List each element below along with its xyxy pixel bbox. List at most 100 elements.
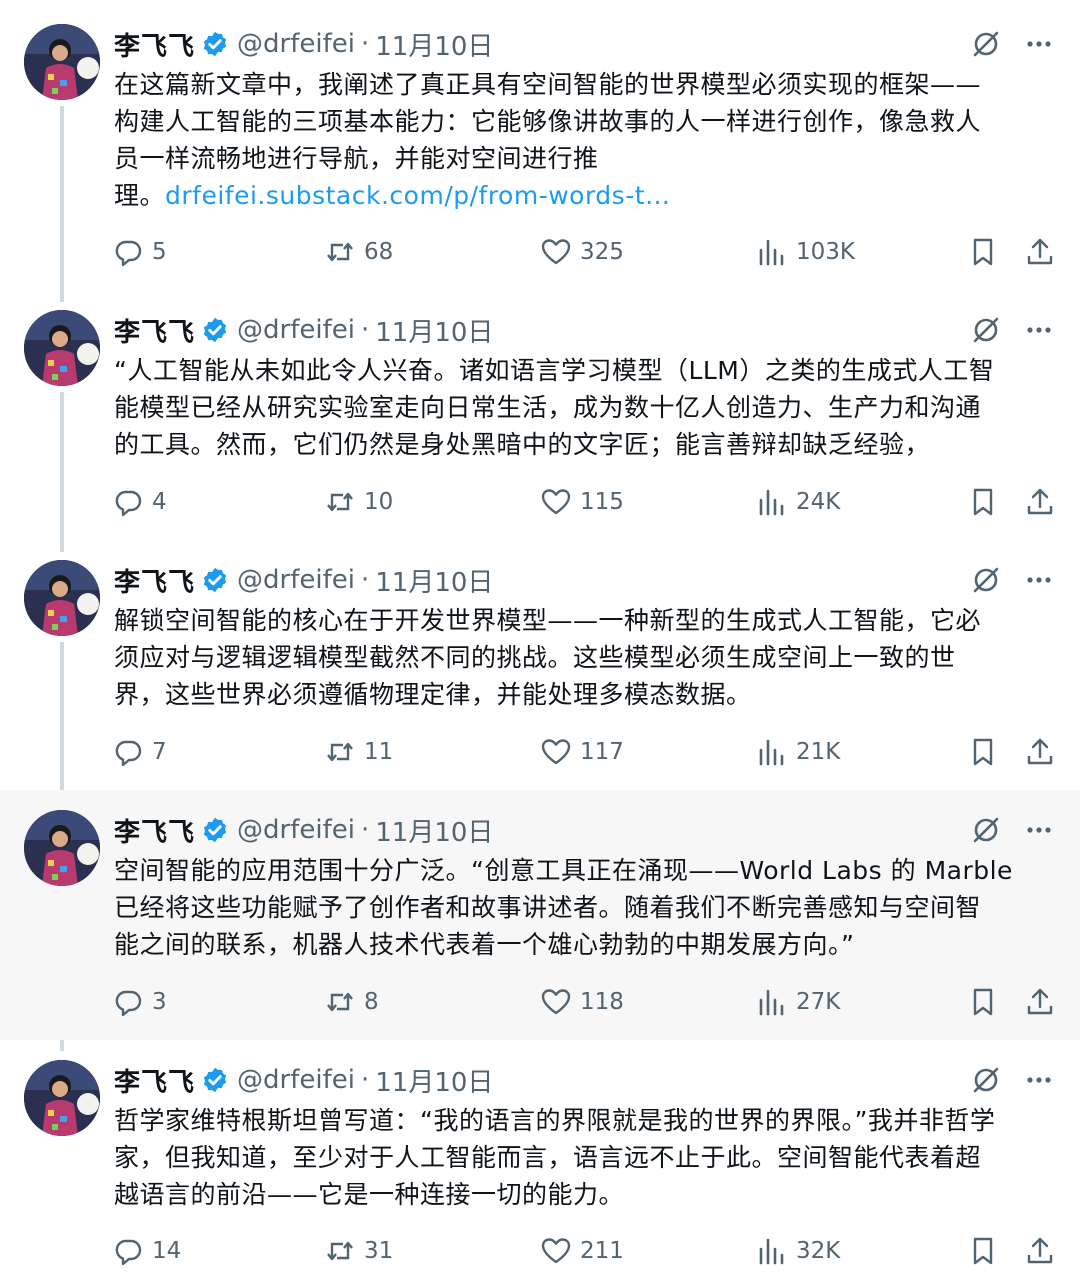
verified-badge-icon [203, 567, 227, 593]
repost-icon [327, 742, 353, 762]
reply-button[interactable]: 3 [112, 982, 167, 1022]
action-bar: 14 31 211 32K [112, 1231, 1062, 1271]
like-button[interactable]: 118 [540, 982, 624, 1022]
tweet-text-line: 理。drfeifei.substack.com/p/from-words-t… [114, 177, 1060, 214]
avatar[interactable] [24, 1060, 100, 1136]
share-button[interactable] [1024, 232, 1056, 272]
avatar[interactable] [24, 560, 100, 636]
tweet[interactable]: 李飞飞 @drfeifei · 11月10日 “人工智能从未如此令人兴奋。诸如语… [0, 290, 1080, 540]
like-button[interactable]: 117 [540, 732, 624, 772]
share-icon [1027, 1237, 1053, 1264]
reply-button[interactable]: 7 [112, 732, 167, 772]
tweet-date[interactable]: 11月10日 [375, 312, 493, 349]
author-name[interactable]: 李飞飞 [114, 1062, 195, 1099]
grok-icon[interactable] [970, 814, 1002, 846]
reply-button[interactable]: 4 [112, 482, 167, 522]
share-button[interactable] [1024, 1231, 1056, 1271]
tweet-text-line: 哲学家维特根斯坦曾写道：“我的语言的界限就是我的世界的界限。”我并非哲学 [114, 1106, 996, 1135]
tweet[interactable]: 李飞飞 @drfeifei · 11月10日 哲学家维特根斯坦曾写道：“我的语言… [0, 1040, 1080, 1288]
like-button[interactable]: 211 [540, 1231, 624, 1271]
repost-button[interactable]: 68 [324, 232, 393, 272]
tweet-header-actions [970, 310, 1054, 350]
views-button[interactable]: 27K [756, 982, 840, 1022]
share-button[interactable] [1024, 982, 1056, 1022]
tweet[interactable]: 李飞飞 @drfeifei · 11月10日 在这篇新文章中，我阐述了真正具有空… [0, 0, 1080, 290]
bookmark-icon [973, 988, 993, 1016]
tweet-date[interactable]: 11月10日 [375, 562, 493, 599]
views-button[interactable]: 103K [756, 232, 855, 272]
author-name[interactable]: 李飞飞 [114, 312, 195, 349]
author-name[interactable]: 李飞飞 [114, 26, 195, 63]
reply-button[interactable]: 5 [112, 232, 167, 272]
author-handle[interactable]: @drfeifei [237, 315, 355, 345]
avatar[interactable] [24, 310, 100, 386]
tweet-date[interactable]: 11月10日 [375, 812, 493, 849]
repost-button[interactable]: 8 [324, 982, 379, 1022]
author-name[interactable]: 李飞飞 [114, 562, 195, 599]
avatar-image [24, 1060, 100, 1136]
more-dots-icon[interactable] [1024, 815, 1054, 845]
author-handle[interactable]: @drfeifei [237, 29, 355, 59]
tweet-header-actions [970, 24, 1054, 64]
tweet-text: “人工智能从未如此令人兴奋。诸如语言学习模型（LLM）之类的生成式人工智 能模型… [114, 352, 1060, 463]
grok-icon[interactable] [970, 564, 1002, 596]
more-dots-icon[interactable] [1024, 565, 1054, 595]
like-count: 118 [580, 989, 624, 1015]
grok-icon[interactable] [970, 1064, 1002, 1096]
tweet-text: 空间智能的应用范围十分广泛。“创意工具正在涌现——World Labs 的 Ma… [114, 852, 1060, 963]
tweet-date[interactable]: 11月10日 [375, 26, 493, 63]
author-handle[interactable]: @drfeifei [237, 565, 355, 595]
tweet-text-line: 能之间的联系，机器人技术代表着一个雄心勃勃的中期发展方向。” [114, 930, 855, 959]
tweet-text-line: 须应对与逻辑逻辑模型截然不同的挑战。这些模型必须生成空间上一致的世 [114, 643, 956, 672]
grok-icon[interactable] [970, 28, 1002, 60]
views-count: 27K [796, 989, 841, 1015]
repost-button[interactable]: 10 [324, 482, 393, 522]
avatar-image [24, 560, 100, 636]
more-dots-icon[interactable] [1024, 29, 1054, 59]
tweet[interactable]: 李飞飞 @drfeifei · 11月10日 空间智能的应用范围十分广泛。“创意… [0, 790, 1080, 1040]
avatar[interactable] [24, 24, 100, 100]
like-count: 117 [580, 739, 624, 765]
bookmark-button[interactable] [967, 232, 999, 272]
article-link[interactable]: drfeifei.substack.com/p/from-words-t… [165, 181, 671, 210]
views-button[interactable]: 32K [756, 1231, 840, 1271]
verified-badge-icon [203, 1067, 227, 1093]
bookmark-button[interactable] [967, 732, 999, 772]
author-handle[interactable]: @drfeifei [237, 815, 355, 845]
verified-badge-icon [203, 31, 227, 57]
repost-button[interactable]: 31 [324, 1231, 393, 1271]
author-name[interactable]: 李飞飞 [114, 812, 195, 849]
tweet-date[interactable]: 11月10日 [375, 1062, 493, 1099]
share-icon [1027, 738, 1053, 765]
reply-icon [115, 1239, 142, 1266]
grok-icon[interactable] [970, 314, 1002, 346]
more-dots-icon[interactable] [1024, 315, 1054, 345]
like-button[interactable]: 325 [540, 232, 624, 272]
tweet-text-line: 空间智能的应用范围十分广泛。“创意工具正在涌现——World Labs 的 Ma… [114, 856, 1013, 885]
heart-icon [541, 1238, 571, 1264]
like-count: 325 [580, 239, 624, 265]
repost-count: 68 [364, 239, 394, 265]
views-button[interactable]: 24K [756, 482, 840, 522]
tweet[interactable]: 李飞飞 @drfeifei · 11月10日 解锁空间智能的核心在于开发世界模型… [0, 540, 1080, 790]
tweet-header: 李飞飞 @drfeifei · 11月10日 [114, 310, 493, 350]
share-icon [1027, 238, 1053, 265]
author-handle[interactable]: @drfeifei [237, 1065, 355, 1095]
repost-icon [327, 992, 353, 1012]
share-button[interactable] [1024, 482, 1056, 522]
bookmark-button[interactable] [967, 482, 999, 522]
more-dots-icon[interactable] [1024, 1065, 1054, 1095]
avatar-image [24, 810, 100, 886]
reply-count: 5 [152, 239, 167, 265]
repost-button[interactable]: 11 [324, 732, 393, 772]
reply-button[interactable]: 14 [112, 1231, 181, 1271]
share-button[interactable] [1024, 732, 1056, 772]
repost-count: 10 [364, 489, 394, 515]
separator-dot: · [360, 315, 370, 345]
avatar[interactable] [24, 810, 100, 886]
bookmark-button[interactable] [967, 982, 999, 1022]
like-button[interactable]: 115 [540, 482, 624, 522]
bookmark-button[interactable] [967, 1231, 999, 1271]
views-button[interactable]: 21K [756, 732, 840, 772]
action-bar: 7 11 117 21K [112, 732, 1062, 772]
